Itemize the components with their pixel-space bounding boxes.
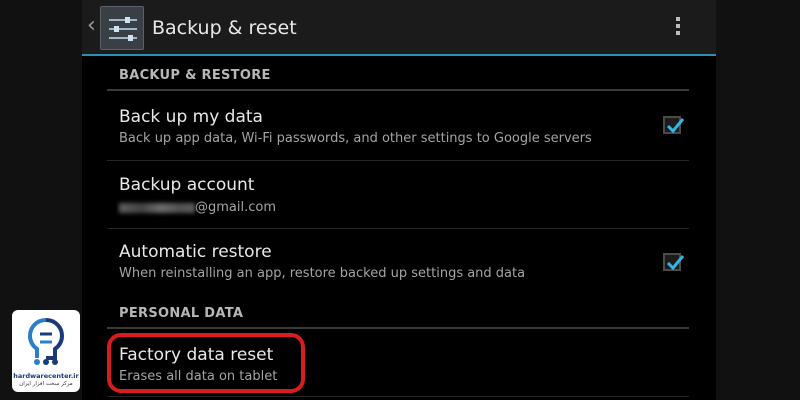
backup-data-checkbox[interactable] [663, 116, 685, 134]
action-bar: ‹ Backup & reset [82, 0, 716, 56]
pref-automatic-restore[interactable]: Automatic restore When reinstalling an a… [107, 229, 689, 296]
section-divider [107, 89, 689, 91]
section-header-backup-restore: BACKUP & RESTORE [119, 68, 271, 83]
pref-summary: @gmail.com [119, 199, 276, 217]
redacted-email-user [119, 202, 195, 213]
pref-summary: Back up app data, Wi-Fi passwords, and o… [119, 131, 592, 146]
settings-sliders-icon[interactable] [100, 6, 144, 50]
checkmark-icon [666, 118, 685, 134]
logo-site-text: hardwarecenter.ir [13, 372, 79, 380]
pref-title: Back up my data [119, 107, 263, 127]
pref-title: Automatic restore [119, 242, 272, 262]
circuit-logo-icon [27, 318, 65, 365]
email-suffix: @gmail.com [195, 200, 277, 215]
checkmark-icon [666, 255, 685, 271]
pref-summary: When reinstalling an app, restore backed… [119, 266, 526, 281]
red-highlight-outline [107, 333, 305, 393]
pref-title: Backup account [119, 175, 255, 195]
list-divider [107, 396, 689, 397]
right-bezel [716, 0, 800, 400]
logo-tagline-text: مرکز سخت افزار ایران [19, 381, 73, 387]
overflow-menu-icon[interactable] [674, 17, 682, 39]
section-header-personal-data: PERSONAL DATA [119, 306, 244, 321]
pref-backup-my-data[interactable]: Back up my data Back up app data, Wi-Fi … [107, 92, 689, 160]
auto-restore-checkbox[interactable] [663, 253, 685, 271]
settings-screen: ‹ Backup & reset BACKUP & RESTORE Back u… [82, 0, 716, 400]
page-title: Backup & reset [152, 17, 297, 39]
pref-backup-account[interactable]: Backup account @gmail.com [107, 161, 689, 228]
hardwarecenter-logo: hardwarecenter.ir مرکز سخت افزار ایران [12, 310, 80, 392]
section-divider [107, 327, 689, 329]
chevron-left-icon[interactable]: ‹ [87, 14, 96, 38]
